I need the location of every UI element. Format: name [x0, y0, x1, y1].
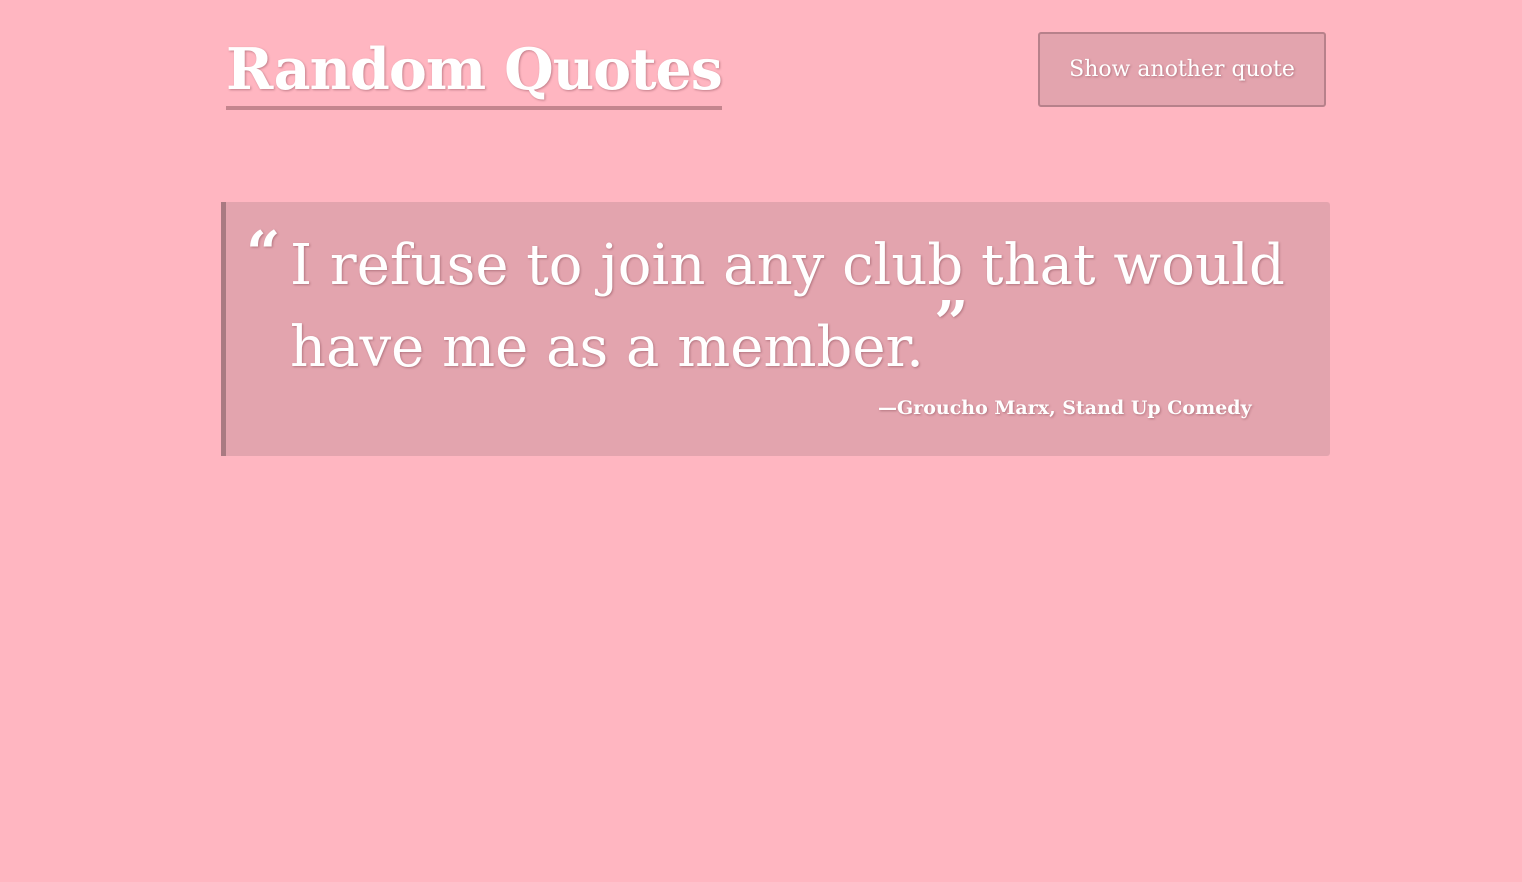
open-quote-icon: “ — [246, 219, 281, 289]
quote-text: I refuse to join any club that would hav… — [290, 233, 1285, 380]
quote-block: I refuse to join any club that would hav… — [290, 228, 1310, 386]
close-quote-icon: ” — [933, 289, 969, 359]
quote-attribution: —Groucho Marx, Stand Up Comedy — [878, 397, 1252, 419]
show-another-quote-button[interactable]: Show another quote — [1038, 32, 1326, 107]
page: Random Quotes Show another quote “ I ref… — [0, 0, 1522, 882]
quote-card: “ I refuse to join any club that would h… — [221, 202, 1330, 456]
page-title-link[interactable]: Random Quotes — [226, 34, 723, 110]
